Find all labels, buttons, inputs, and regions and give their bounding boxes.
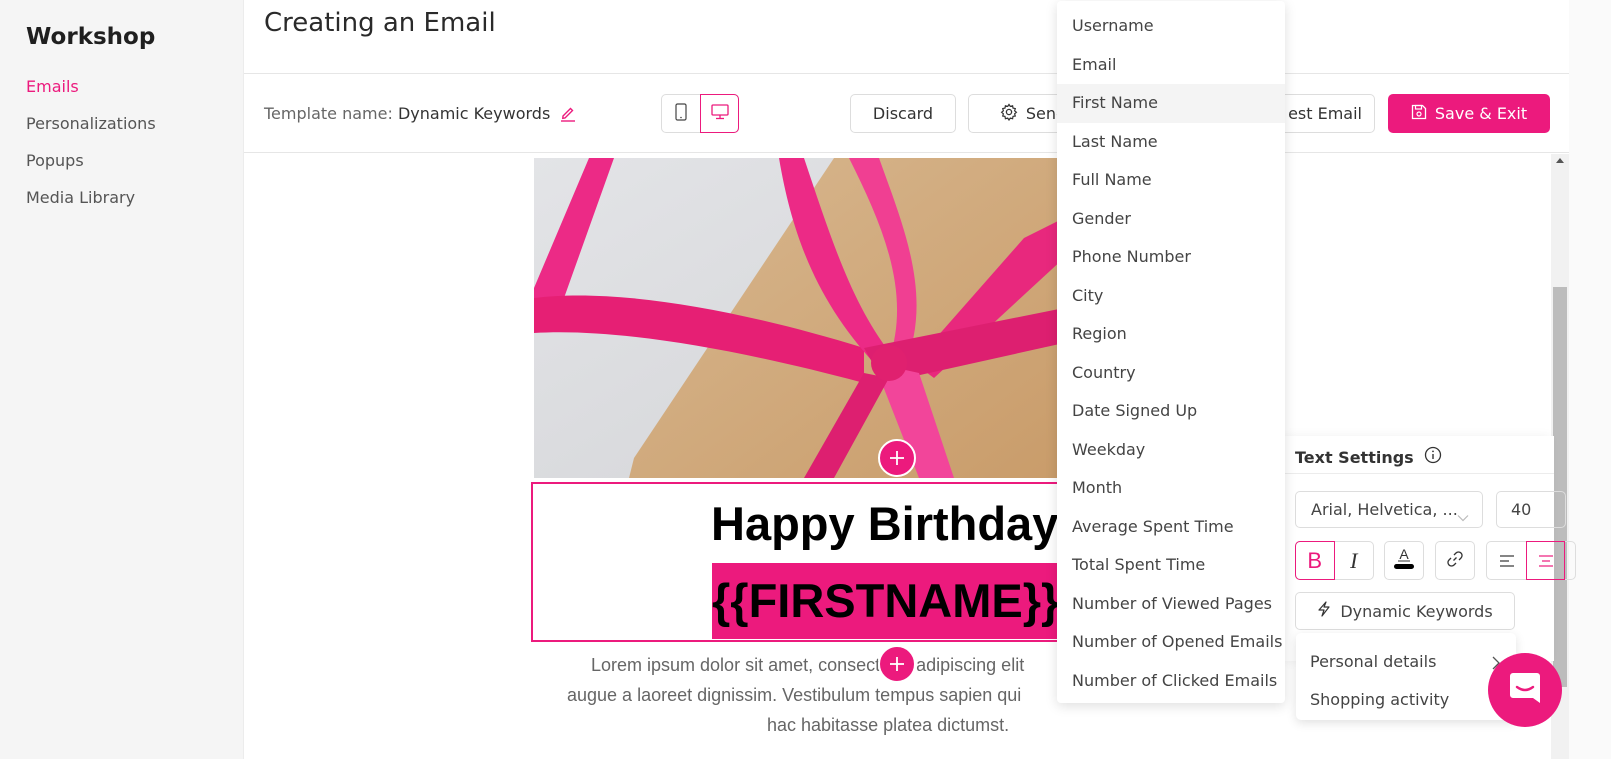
template-name: Template name: Dynamic Keywords xyxy=(264,104,576,126)
link-group xyxy=(1435,541,1475,580)
device-toggle xyxy=(661,94,739,133)
keyword-category-menu: Personal details Shopping activity xyxy=(1296,633,1516,720)
plus-icon xyxy=(888,449,906,467)
pencil-icon[interactable] xyxy=(560,105,576,126)
keyword-option-first-name[interactable]: First Name xyxy=(1057,84,1285,123)
save-exit-button[interactable]: Save & Exit xyxy=(1388,94,1550,133)
category-shopping-activity[interactable]: Shopping activity xyxy=(1310,690,1449,709)
keyword-option-average-spent-time[interactable]: Average Spent Time xyxy=(1057,508,1285,547)
dynamic-keywords-button[interactable]: Dynamic Keywords xyxy=(1295,592,1515,630)
sidebar-item-personalizations[interactable]: Personalizations xyxy=(26,113,156,150)
sidebar-nav: Emails Personalizations Popups Media Lib… xyxy=(26,76,156,224)
keyword-option-full-name[interactable]: Full Name xyxy=(1057,161,1285,200)
body-line: hac habitasse platea dictumst. xyxy=(767,715,1010,735)
panel-divider xyxy=(1284,473,1554,474)
align-center-button[interactable] xyxy=(1526,541,1565,580)
insert-link-button[interactable] xyxy=(1436,542,1474,579)
chat-bubble-icon xyxy=(1507,670,1543,710)
sidebar-item-popups[interactable]: Popups xyxy=(26,150,156,187)
keyword-option-last-name[interactable]: Last Name xyxy=(1057,123,1285,162)
plus-icon xyxy=(888,655,906,673)
keyword-option-region[interactable]: Region xyxy=(1057,315,1285,354)
save-exit-label: Save & Exit xyxy=(1434,104,1528,123)
page-header: Creating an Email xyxy=(244,0,1611,74)
keyword-option-country[interactable]: Country xyxy=(1057,354,1285,393)
text-settings-title: Text Settings xyxy=(1295,446,1442,468)
text-color-button[interactable]: A xyxy=(1385,542,1423,579)
heading-text[interactable]: Happy Birthday xyxy=(711,496,1058,551)
text-settings-label: Text Settings xyxy=(1295,447,1414,467)
template-name-label: Template name: xyxy=(264,104,393,123)
selected-heading-block[interactable]: Happy Birthday {{FIRSTNAME}} xyxy=(531,482,1082,642)
align-left-button[interactable] xyxy=(1487,542,1526,579)
sidebar-item-emails[interactable]: Emails xyxy=(26,76,156,113)
mobile-icon xyxy=(675,102,687,125)
text-settings-panel: Text Settings Arial, Helvetica, ... 40 B… xyxy=(1284,436,1576,661)
keyword-options-dropdown: Username Email First Name Last Name Full… xyxy=(1057,1,1285,703)
alignment-group xyxy=(1486,541,1576,580)
font-size-input[interactable]: 40 xyxy=(1496,491,1566,528)
keyword-option-opened-emails[interactable]: Number of Opened Emails xyxy=(1057,623,1285,662)
keyword-option-date-signed-up[interactable]: Date Signed Up xyxy=(1057,392,1285,431)
text-color-group: A xyxy=(1384,541,1424,580)
dynamic-keywords-label: Dynamic Keywords xyxy=(1340,601,1493,621)
add-block-button-below[interactable] xyxy=(878,645,916,683)
page-title: Creating an Email xyxy=(264,8,496,38)
editor-toolbar: Template name: Dynamic Keywords Discard … xyxy=(244,74,1611,153)
svg-text:A: A xyxy=(1399,546,1409,562)
chevron-down-icon xyxy=(1456,502,1470,537)
bold-icon: B xyxy=(1307,547,1323,573)
align-center-icon xyxy=(1538,549,1554,573)
desktop-icon xyxy=(711,103,729,124)
discard-button[interactable]: Discard xyxy=(850,94,956,133)
chat-launcher-button[interactable] xyxy=(1488,653,1562,727)
hero-gift-image[interactable] xyxy=(534,158,1064,478)
italic-icon: I xyxy=(1350,547,1358,573)
keyword-option-phone-number[interactable]: Phone Number xyxy=(1057,238,1285,277)
template-name-value: Dynamic Keywords xyxy=(397,104,551,123)
font-family-value: Arial, Helvetica, ... xyxy=(1311,500,1458,519)
keyword-option-username[interactable]: Username xyxy=(1057,7,1285,46)
brand-title: Workshop xyxy=(26,24,156,50)
keyword-option-email[interactable]: Email xyxy=(1057,46,1285,85)
sidebar: Workshop Emails Personalizations Popups … xyxy=(0,0,244,759)
right-gutter xyxy=(1569,0,1611,759)
italic-button[interactable]: I xyxy=(1335,542,1374,579)
scrollbar-thumb[interactable] xyxy=(1553,287,1567,687)
text-color-icon: A xyxy=(1390,544,1418,577)
keyword-option-gender[interactable]: Gender xyxy=(1057,200,1285,239)
add-block-button[interactable] xyxy=(878,439,916,477)
firstname-keyword-highlight[interactable]: {{FIRSTNAME}} xyxy=(712,563,1082,639)
desktop-preview-button[interactable] xyxy=(700,94,739,133)
bold-button[interactable]: B xyxy=(1295,541,1335,580)
gear-icon xyxy=(1000,102,1018,125)
send-test-email-button[interactable]: est Email xyxy=(1274,94,1375,133)
sidebar-item-media-library[interactable]: Media Library xyxy=(26,187,156,224)
info-icon[interactable] xyxy=(1424,446,1442,468)
link-icon xyxy=(1446,549,1464,573)
keyword-option-total-spent-time[interactable]: Total Spent Time xyxy=(1057,546,1285,585)
category-personal-details[interactable]: Personal details xyxy=(1310,652,1436,671)
font-family-select[interactable]: Arial, Helvetica, ... xyxy=(1295,491,1483,528)
lightning-icon xyxy=(1317,601,1331,621)
keyword-option-city[interactable]: City xyxy=(1057,277,1285,316)
align-left-icon xyxy=(1499,549,1515,573)
keyword-option-clicked-emails[interactable]: Number of Clicked Emails xyxy=(1057,662,1285,701)
keyword-option-viewed-pages[interactable]: Number of Viewed Pages xyxy=(1057,585,1285,624)
bold-italic-group: B I xyxy=(1295,541,1374,580)
gift-illustration xyxy=(534,158,1064,478)
keyword-option-month[interactable]: Month xyxy=(1057,469,1285,508)
mobile-preview-button[interactable] xyxy=(662,95,700,132)
keyword-option-weekday[interactable]: Weekday xyxy=(1057,431,1285,470)
scroll-up-arrow-icon[interactable] xyxy=(1556,158,1564,163)
save-icon xyxy=(1411,104,1427,124)
